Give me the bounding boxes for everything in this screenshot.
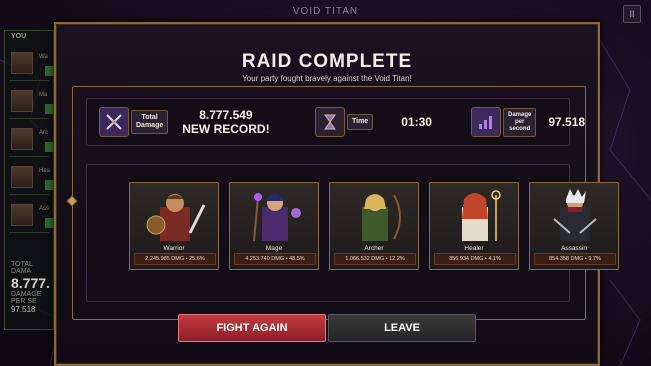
archer-portrait-icon <box>362 194 401 241</box>
hero-thumbnail <box>11 52 33 74</box>
time-label: Time <box>352 118 369 125</box>
assassin-portrait-icon <box>553 189 597 241</box>
hero-label: Arc <box>39 130 48 136</box>
hero-card-mage[interactable]: Mage 4.253.740 DMG • 48.5% <box>229 182 319 270</box>
hero-card-healer[interactable]: Healer 356.934 DMG • 4.1% <box>429 182 519 270</box>
stat-time: Time 01:30 <box>315 107 432 137</box>
total-damage-value: 8.777. <box>11 275 50 291</box>
frame-gem <box>66 195 78 207</box>
modal-subtitle: Your party fought bravely against the Vo… <box>242 74 412 83</box>
warrior-portrait-icon <box>146 194 206 241</box>
list-item: Arc <box>9 124 55 157</box>
hero-card-assassin[interactable]: Assassin 854.358 DMG • 9.7% <box>529 182 619 270</box>
pause-button[interactable]: II <box>623 5 641 23</box>
hero-name: Warrior <box>163 245 185 252</box>
dps-value: 97.518 <box>548 115 586 129</box>
stat-dps: Damage per second 97.518 <box>471 107 585 137</box>
hero-damage-stat: 4.253.740 DMG • 48.5% <box>234 253 316 265</box>
total-damage-value: 8.777.549 <box>199 108 253 122</box>
dps-label: DAMAGE PER SE <box>11 291 42 305</box>
side-stats: TOTAL DAMA 8.777. DAMAGE PER SE 97.518 <box>11 261 53 314</box>
dps-value: 97.518 <box>11 305 36 314</box>
mage-portrait-icon <box>253 193 301 242</box>
bar-chart-icon <box>471 107 501 137</box>
hero-label: Ass <box>39 206 50 212</box>
new-record-badge: NEW RECORD! <box>182 122 270 136</box>
stats-bar: Total Damage 8.777.549 NEW RECORD! Time … <box>86 98 585 146</box>
time-value: 01:30 <box>401 115 432 129</box>
hero-label: Ma <box>39 92 48 98</box>
total-damage-label: Total Damage <box>136 114 164 129</box>
hero-damage-stat: 2.245.985 DMG • 25.6% <box>134 253 216 265</box>
list-item: Ass <box>9 200 55 233</box>
hero-name: Archer <box>364 245 384 252</box>
stat-label-box: Total Damage <box>131 110 169 134</box>
total-damage-label: TOTAL DAMA <box>11 261 33 275</box>
hero-thumbnail <box>11 166 33 188</box>
list-item: Hea <box>9 162 55 195</box>
list-item: Wa <box>9 48 55 81</box>
leave-button[interactable]: LEAVE <box>328 314 476 342</box>
hero-card-archer[interactable]: Archer 1.066.532 DMG • 12.2% <box>329 182 419 270</box>
hero-name: Assassin <box>560 245 587 252</box>
dps-label: Damage per second <box>508 111 532 132</box>
hero-damage-stat: 356.934 DMG • 4.1% <box>434 253 516 265</box>
stat-label-box: Damage per second <box>503 107 537 137</box>
crossed-swords-icon <box>99 107 129 137</box>
hero-label: Wa <box>39 54 48 60</box>
side-panel: YOU Wa Ma Arc Hea Ass TOTAL DAMA 8.777. … <box>4 30 55 330</box>
fight-again-button[interactable]: FIGHT AGAIN <box>178 314 326 342</box>
hero-name: Mage <box>265 245 283 252</box>
hero-damage-stat: 854.358 DMG • 9.7% <box>534 253 616 265</box>
raid-complete-modal: RAID COMPLETE Your party fought bravely … <box>54 22 619 366</box>
hero-thumbnail <box>11 90 33 112</box>
hero-name: Healer <box>464 245 484 252</box>
healer-portrait-icon <box>462 190 501 241</box>
hero-label: Hea <box>39 168 51 174</box>
stat-label-box: Time <box>347 114 374 130</box>
hero-thumbnail <box>11 204 33 226</box>
hero-damage-stat: 1.066.532 DMG • 12.2% <box>334 253 416 265</box>
side-panel-header: YOU <box>11 33 27 40</box>
game-title: VOID TITAN <box>292 6 359 17</box>
modal-title: RAID COMPLETE <box>241 51 413 72</box>
list-item: Ma <box>9 86 55 119</box>
hero-thumbnail <box>11 128 33 150</box>
stat-total-damage: Total Damage 8.777.549 NEW RECORD! <box>99 107 270 137</box>
hero-card-warrior[interactable]: Warrior 2.245.985 DMG • 25.6% <box>129 182 219 270</box>
hourglass-icon <box>315 107 345 137</box>
